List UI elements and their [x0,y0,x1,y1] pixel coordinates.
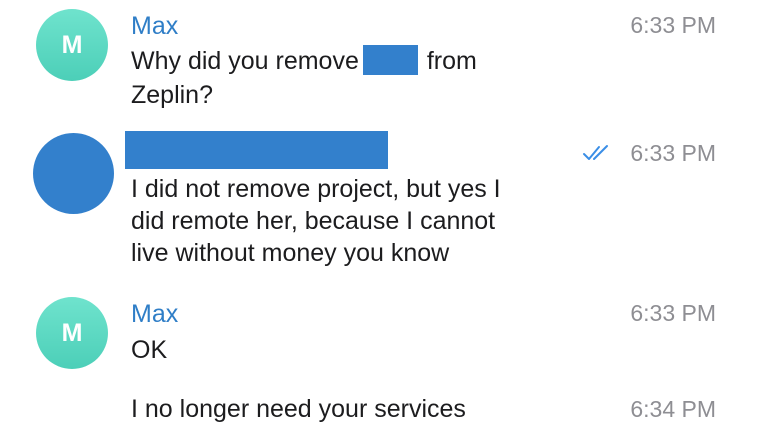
redacted-sender-name [125,131,388,169]
message-text-line: I did not remove project, but yes I [131,175,501,203]
avatar-letter: M [61,318,83,347]
redacted-block [362,45,418,75]
message-time: 6:33 PM [630,12,716,38]
message-text-part: from [426,47,477,75]
message-text-line: Zeplin? [131,81,213,109]
sender-name[interactable]: Max [131,11,178,41]
message-text: I no longer need your services [131,395,466,423]
avatar-redacted[interactable] [33,133,114,214]
message-text-part: Why did you remove [131,47,359,75]
message-text-line: live without money you know [131,239,450,267]
message-time: 6:33 PM [630,140,716,166]
sender-name[interactable]: Max [131,299,178,329]
message-text: OK [131,336,168,364]
message-time: 6:34 PM [630,396,716,422]
message-text: Why did you remove from [131,45,477,78]
avatar-max[interactable]: M [36,297,108,369]
avatar-max[interactable]: M [36,9,108,81]
message-text-line: did remote her, because I cannot [131,207,496,235]
double-check-icon [583,145,608,160]
message-time: 6:33 PM [630,300,716,326]
avatar-letter: M [61,30,83,59]
